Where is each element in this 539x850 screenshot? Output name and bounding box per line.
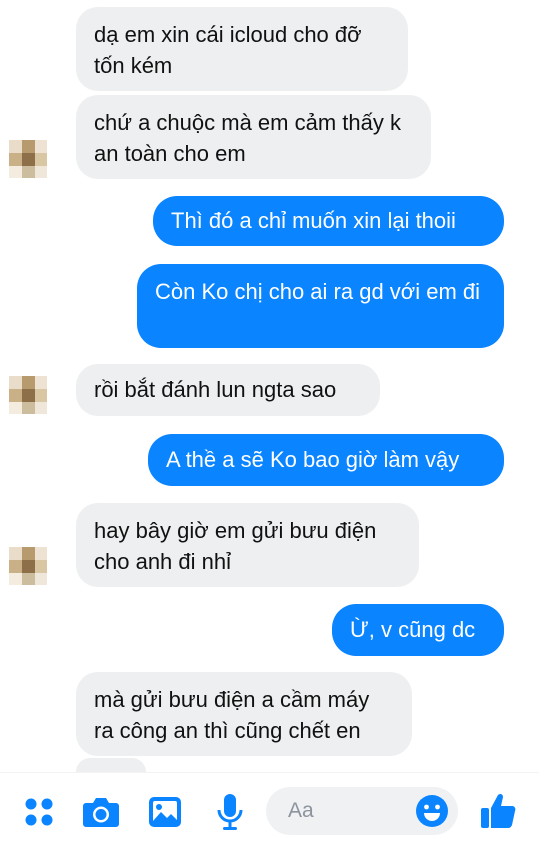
incoming-message[interactable]: rồi bắt đánh lun ngta sao (76, 364, 380, 416)
gallery-icon[interactable] (148, 796, 182, 828)
incoming-message[interactable]: dạ em xin cái icloud cho đỡ tốn kém (76, 7, 408, 91)
apps-icon[interactable] (24, 797, 54, 827)
emoji-icon[interactable] (415, 794, 449, 828)
outgoing-message[interactable]: Ừ, v cũng dc (332, 604, 504, 656)
thumbs-up-icon[interactable] (479, 792, 517, 830)
contact-avatar[interactable] (9, 547, 47, 585)
contact-avatar[interactable] (9, 376, 47, 414)
incoming-message[interactable]: mà gửi bưu điện a cầm máy ra công an thì… (76, 672, 412, 756)
microphone-icon[interactable] (214, 793, 246, 831)
outgoing-message[interactable]: Thì đó a chỉ muốn xin lại thoii (153, 196, 504, 246)
contact-avatar[interactable] (9, 140, 47, 178)
incoming-message[interactable]: hay bây giờ em gửi bưu điện cho anh đi n… (76, 503, 419, 587)
incoming-message[interactable]: chứ a chuộc mà em cảm thấy k an toàn cho… (76, 95, 431, 179)
outgoing-message[interactable]: Còn Ko chị cho ai ra gd với em đi (137, 264, 504, 348)
camera-icon[interactable] (82, 795, 120, 829)
outgoing-message[interactable]: A thề a sẽ Ko bao giờ làm vậy (148, 434, 504, 486)
